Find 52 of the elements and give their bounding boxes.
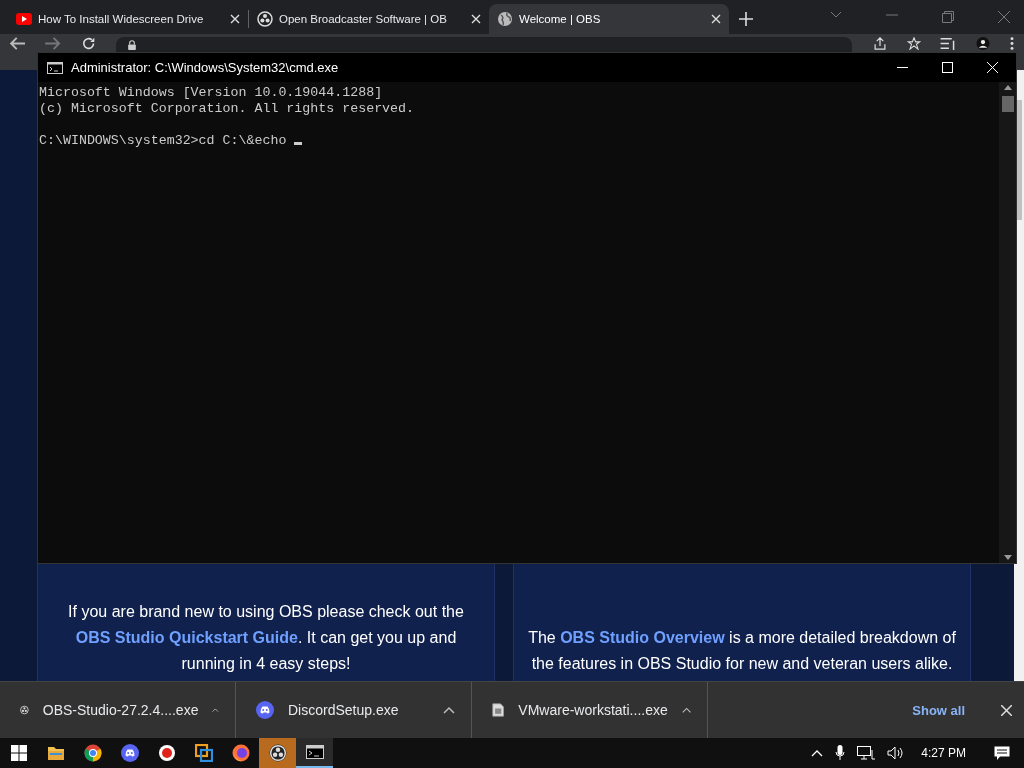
browser-tab[interactable]: How To Install Widescreen Drive (8, 4, 248, 34)
browser-tab[interactable]: Welcome | OBS (489, 4, 729, 34)
card-text: If you are brand new to using OBS please check out the OBS Studio Quickstart Guide. It can get you up and running in 4 easy steps! (67, 602, 465, 674)
guide-link[interactable]: OBS Studio Overview (560, 629, 725, 646)
console-line: Microsoft Windows [Version 10.0.19044.1288] (39, 85, 384, 101)
record-icon[interactable] (157, 744, 176, 762)
game-controller-icon (256, 701, 274, 719)
caret-up-icon[interactable] (443, 706, 455, 714)
scroll-down-icon[interactable] (1003, 555, 1012, 560)
network-icon[interactable] (857, 746, 876, 760)
new-tab-icon[interactable] (739, 12, 753, 26)
reading-list-icon[interactable] (940, 37, 956, 50)
maximize-icon[interactable] (942, 62, 953, 73)
taskbar-app[interactable] (296, 738, 333, 768)
star-icon[interactable] (906, 37, 922, 50)
menu-icon[interactable] (1010, 37, 1014, 50)
scroll-up-icon[interactable] (1003, 85, 1012, 90)
microphone-icon[interactable] (835, 745, 846, 761)
clock-text[interactable]: 4:27 PM (921, 746, 966, 760)
show-all-link[interactable]: Show all (912, 702, 965, 718)
game-controller-icon[interactable] (120, 744, 139, 762)
overlapping-squares-icon[interactable] (194, 744, 213, 762)
ring-logo-icon[interactable] (268, 744, 287, 762)
console-line: (c) Microsoft Corporation. All rights reserved. (39, 101, 416, 117)
speaker-icon[interactable] (887, 746, 906, 760)
notification-icon[interactable] (994, 745, 1010, 761)
terminal-icon[interactable] (305, 745, 324, 759)
taskbar-app[interactable] (259, 738, 296, 768)
share-icon[interactable] (872, 37, 888, 50)
profile-icon[interactable] (974, 37, 992, 50)
chrome-logo-icon[interactable] (83, 744, 102, 762)
terminal-icon (47, 61, 63, 74)
card-text: The OBS Studio Overview is a more detailed breakdown of the features in OBS Studio for new and veteran users alike. (528, 628, 956, 674)
video-play-icon (16, 13, 32, 25)
folder-icon[interactable] (46, 745, 65, 761)
caret-up-icon[interactable] (681, 706, 691, 714)
chevron-down-icon[interactable] (830, 11, 842, 19)
browser-tab[interactable]: Open Broadcaster Software | OB (249, 4, 489, 34)
back-arrow-icon[interactable] (10, 37, 26, 50)
text-cursor (294, 142, 303, 145)
globe-icon (497, 11, 513, 27)
installer-file-icon (492, 701, 505, 719)
scroll-thumb[interactable] (1001, 96, 1014, 112)
forward-arrow-icon[interactable] (45, 37, 61, 50)
window-title: Administrator: C:\Windows\System32\cmd.exe (71, 60, 340, 75)
command-prompt: C:\WINDOWS\system32>cd C:\&echo (39, 133, 287, 148)
windows-logo-icon[interactable] (10, 745, 27, 761)
restore-icon[interactable] (942, 11, 954, 23)
reload-icon[interactable] (80, 37, 96, 50)
scrollbar[interactable] (999, 82, 1016, 563)
ring-logo-icon (257, 11, 273, 27)
guide-link[interactable]: OBS Studio Quickstart Guide (75, 629, 298, 646)
